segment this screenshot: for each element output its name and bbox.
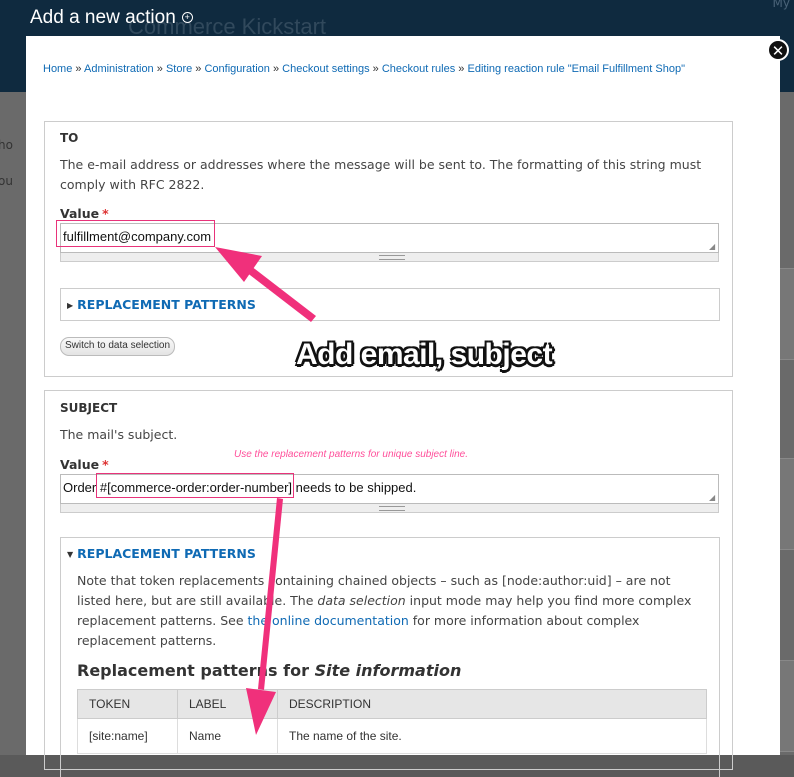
breadcrumb: Home » Administration » Store » Configur… (43, 59, 733, 79)
required-marker: * (102, 206, 109, 221)
close-button[interactable]: ✕ (767, 39, 789, 61)
textarea-grippie[interactable] (60, 504, 719, 513)
subject-value-prefix: Order (63, 480, 100, 495)
subject-value-label-text: Value (60, 457, 100, 472)
to-replacement-patterns-label: REPLACEMENT PATTERNS (77, 297, 256, 312)
label-cell: Name (177, 718, 278, 754)
column-header-label: LABEL (177, 689, 278, 719)
background-top-right-link: My (772, 0, 790, 10)
column-header-description: DESCRIPTION (277, 689, 707, 719)
email-highlight-box (56, 220, 215, 247)
token-cell: [site:name] (77, 718, 178, 754)
dialog-title-text: Add a new action (30, 7, 176, 28)
subject-replacement-patterns-toggle[interactable]: ▼ REPLACEMENT PATTERNS (67, 546, 256, 561)
tokens-table: TOKEN LABEL DESCRIPTION [site:name] Name… (77, 689, 707, 754)
to-value-label: Value * (60, 206, 109, 221)
textarea-grippie[interactable] (60, 253, 719, 262)
replacement-patterns-heading: Replacement patterns for Site informatio… (77, 661, 461, 680)
breadcrumb-separator: » (195, 63, 202, 75)
breadcrumb-checkout-rules[interactable]: Checkout rules (382, 63, 455, 75)
subject-value-label: Value * (60, 457, 109, 472)
subject-fieldset: SUBJECT The mail's subject. Value * Order… (44, 390, 733, 777)
breadcrumb-separator: » (156, 63, 163, 75)
to-replacement-patterns-toggle[interactable]: ▶ REPLACEMENT PATTERNS (67, 297, 256, 312)
breadcrumb-configuration[interactable]: Configuration (204, 63, 269, 75)
breadcrumb-editing-rule[interactable]: Editing reaction rule "Email Fulfillment… (467, 63, 685, 75)
subject-value-suffix: needs to be shipped. (292, 480, 417, 495)
to-value-label-text: Value (60, 206, 100, 221)
subject-replacement-patterns-label: REPLACEMENT PATTERNS (77, 546, 256, 561)
switch-to-data-selection-button[interactable]: Switch to data selection (60, 337, 176, 356)
heading-text: Replacement patterns for (77, 661, 315, 680)
breadcrumb-separator: » (458, 63, 465, 75)
table-row[interactable]: [site:name] Name The name of the site. (77, 718, 707, 754)
breadcrumb-separator: » (75, 63, 82, 75)
background-text-fragment: ho (0, 138, 13, 152)
breadcrumb-store[interactable]: Store (166, 63, 192, 75)
to-description: The e-mail address or addresses where th… (60, 157, 702, 192)
breadcrumb-home[interactable]: Home (43, 63, 72, 75)
breadcrumb-checkout-settings[interactable]: Checkout settings (282, 63, 369, 75)
breadcrumb-administration[interactable]: Administration (84, 63, 154, 75)
annotation-small-text: Use the replacement patterns for unique … (234, 449, 469, 460)
online-documentation-link[interactable]: the online documentation (248, 613, 409, 628)
subject-replacement-patterns: ▼ REPLACEMENT PATTERNS Note that token re… (60, 537, 720, 777)
resize-handle-icon[interactable]: ◢ (709, 243, 717, 251)
replacement-patterns-note: Note that token replacements containing … (77, 571, 697, 651)
to-replacement-patterns[interactable]: ▶ REPLACEMENT PATTERNS (60, 288, 720, 321)
caret-down-icon: ▼ (67, 550, 74, 559)
subject-legend: SUBJECT (60, 401, 118, 415)
background-text-fragment: ou (0, 174, 13, 188)
heading-italic: Site information (314, 661, 462, 680)
breadcrumb-separator: » (272, 63, 280, 75)
breadcrumb-separator: » (372, 63, 379, 75)
token-highlight-box (96, 473, 294, 498)
column-header-token: TOKEN (77, 689, 178, 719)
note-italic: data selection (317, 593, 406, 608)
description-cell: The name of the site. (277, 718, 707, 754)
dialog-title: Add a new action + (30, 7, 193, 29)
caret-right-icon: ▶ (67, 301, 74, 310)
plus-circle-icon: + (181, 12, 193, 24)
table-header-row: TOKEN LABEL DESCRIPTION (77, 689, 707, 719)
resize-handle-icon[interactable]: ◢ (709, 494, 717, 502)
required-marker: * (102, 457, 109, 472)
annotation-main-text: Add email, subject (296, 338, 553, 371)
to-legend: TO (60, 131, 79, 145)
subject-description: The mail's subject. (60, 427, 178, 442)
